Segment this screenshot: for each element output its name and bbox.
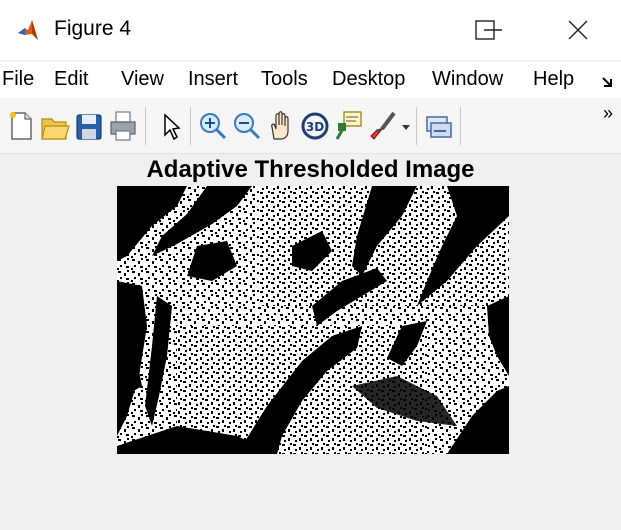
menu-view[interactable]: View (121, 68, 164, 91)
toolbar-separator (460, 107, 461, 145)
menu-window[interactable]: Window (432, 68, 503, 91)
dock-arrow-icon[interactable] (601, 74, 615, 88)
select-arrow-icon[interactable] (156, 109, 186, 143)
svg-text:3D: 3D (306, 120, 324, 134)
print-icon[interactable] (108, 109, 138, 143)
link-plot-icon[interactable] (424, 109, 454, 143)
toolbar-separator (190, 107, 191, 145)
close-icon (568, 20, 588, 40)
toolbar-separator (416, 107, 417, 145)
matlab-icon (18, 20, 38, 40)
toolbar-separator (145, 107, 146, 145)
new-figure-icon[interactable] (6, 109, 36, 143)
zoom-in-icon[interactable] (198, 109, 228, 143)
menu-insert[interactable]: Insert (188, 68, 238, 91)
maximize-icon (475, 20, 495, 40)
menu-bar: File Edit View Insert Tools Desktop Wind… (0, 62, 621, 98)
menu-edit[interactable]: Edit (54, 68, 88, 91)
figure-toolbar: 3D » (0, 99, 621, 154)
zoom-out-icon[interactable] (232, 109, 262, 143)
menu-help[interactable]: Help (533, 68, 574, 91)
image-pixels (117, 186, 509, 454)
brush-icon[interactable] (368, 109, 398, 143)
data-cursor-icon[interactable] (334, 109, 364, 143)
window-title: Figure 4 (54, 17, 132, 40)
brush-dropdown-icon[interactable] (402, 123, 410, 131)
rotate-3d-icon[interactable]: 3D (300, 109, 330, 143)
save-icon[interactable] (74, 109, 104, 143)
close-button[interactable] (549, 0, 607, 60)
pan-icon[interactable] (266, 109, 296, 143)
thresholded-image (117, 186, 509, 454)
more-tools-icon[interactable]: » (603, 103, 613, 124)
maximize-button[interactable] (456, 0, 514, 60)
menu-file[interactable]: File (2, 68, 34, 91)
plot-title: Adaptive Thresholded Image (146, 156, 475, 183)
menu-desktop[interactable]: Desktop (332, 68, 405, 91)
open-file-icon[interactable] (40, 109, 70, 143)
window-titlebar: Figure 4 (0, 0, 621, 60)
menu-tools[interactable]: Tools (261, 68, 308, 91)
